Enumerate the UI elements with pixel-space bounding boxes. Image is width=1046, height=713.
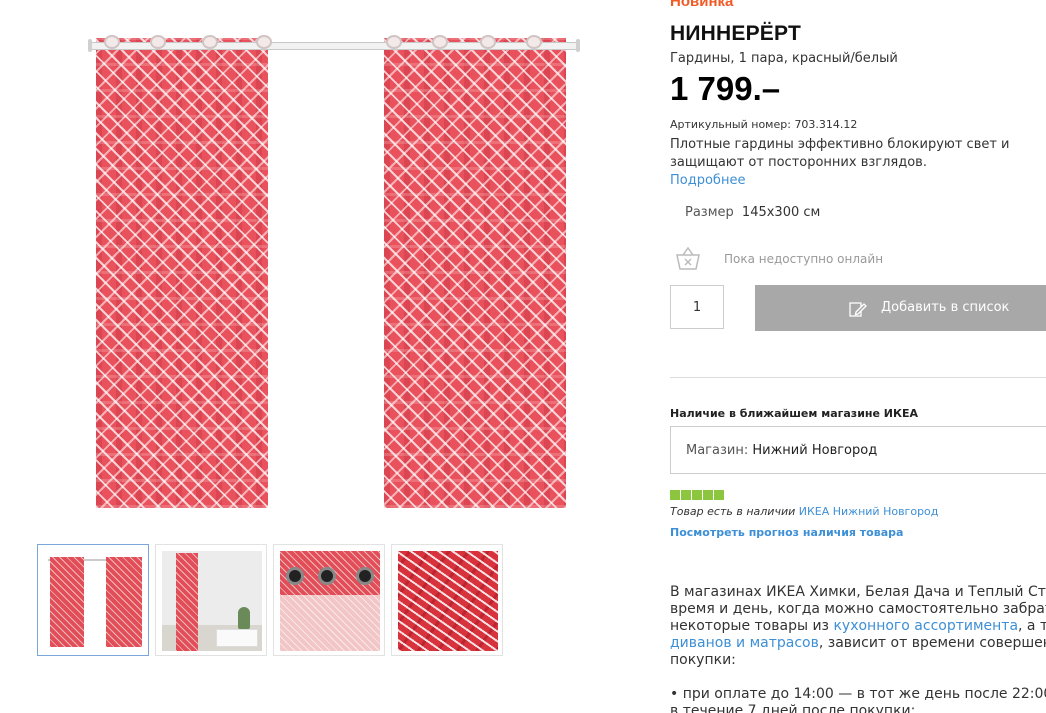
add-to-list-label: Добавить в список bbox=[881, 300, 1010, 315]
article-number: Артикульный номер: 703.314.12 bbox=[670, 118, 857, 131]
section-divider bbox=[670, 377, 1046, 378]
product-description: Плотные гардины эффективно блокируют све… bbox=[670, 137, 1010, 170]
thumbnail-curtains[interactable] bbox=[37, 544, 149, 656]
stock-forecast-link[interactable]: Посмотреть прогноз наличия товара bbox=[670, 526, 903, 539]
size-label: Размер bbox=[685, 205, 734, 220]
product-type: Гардины, 1 пара, красный/белый bbox=[670, 51, 898, 66]
curtain-panel-left bbox=[96, 38, 268, 508]
thumb-room-sofa bbox=[216, 629, 258, 647]
curtain-ring bbox=[432, 35, 448, 49]
stock-status-text: Товар есть в наличии bbox=[670, 505, 796, 518]
store-select-value: Нижний Новгород bbox=[752, 443, 878, 458]
stock-status: Товар есть в наличии ИКЕА Нижний Новгоро… bbox=[670, 505, 938, 518]
thumb-room-plant bbox=[238, 607, 250, 629]
delivery-info: В магазинах ИКЕА Химки, Белая Дача и Теп… bbox=[670, 584, 1046, 669]
curtain-ring bbox=[150, 35, 166, 49]
stock-level-bar bbox=[670, 490, 724, 500]
product-name: НИННЕРЁРТ bbox=[670, 22, 802, 45]
thumbnail-fabric[interactable] bbox=[391, 544, 503, 656]
curtain-ring bbox=[256, 35, 272, 49]
thumbnail-strip bbox=[37, 544, 503, 656]
thumb-curtain-left bbox=[50, 557, 84, 647]
curtain-ring bbox=[480, 35, 496, 49]
stock-level-segment bbox=[681, 490, 691, 500]
rod-end-left bbox=[88, 39, 92, 52]
store-select[interactable]: Магазин: Нижний Новгород bbox=[670, 426, 1046, 474]
kitchen-assortment-link[interactable]: кухонного ассортимента bbox=[833, 618, 1018, 634]
curtain-ring bbox=[104, 35, 120, 49]
curtain-panel-right bbox=[384, 38, 566, 508]
new-badge: Новинка bbox=[670, 0, 734, 10]
delivery-paragraph: В магазинах ИКЕА Химки, Белая Дача и Теп… bbox=[670, 584, 1046, 669]
stock-level-segment bbox=[692, 490, 702, 500]
add-to-list-button[interactable]: Добавить в список bbox=[755, 285, 1046, 331]
sofas-mattresses-link[interactable]: диванов и матрасов bbox=[670, 635, 819, 651]
pencil-list-icon bbox=[849, 302, 867, 317]
store-select-label: Магазин: bbox=[686, 443, 749, 458]
store-availability-heading: Наличие в ближайшем магазине ИКЕА bbox=[670, 407, 919, 420]
product-info: Новинка НИННЕРЁРТ Гардины, 1 пара, красн… bbox=[670, 0, 1046, 713]
stock-level-segment bbox=[670, 490, 680, 500]
curtain-ring bbox=[202, 35, 218, 49]
thumbnail-room[interactable] bbox=[155, 544, 267, 656]
delivery-bullets: • при оплате до 14:00 — в тот же день по… bbox=[670, 686, 1046, 713]
stock-level-segment bbox=[703, 490, 713, 500]
basket-x-icon bbox=[676, 246, 700, 270]
delivery-bullet: в течение 7 дней после покупки; bbox=[670, 703, 916, 713]
online-status-text: Пока недоступно онлайн bbox=[724, 252, 884, 266]
size-row: Размер 145x300 см bbox=[685, 205, 820, 220]
product-price: 1 799.– bbox=[670, 70, 781, 107]
stock-store-link[interactable]: ИКЕА Нижний Новгород bbox=[799, 505, 939, 518]
quantity-input[interactable] bbox=[670, 285, 724, 329]
size-value: 145x300 см bbox=[741, 205, 821, 220]
online-availability: Пока недоступно онлайн bbox=[670, 242, 1046, 274]
thumb-grommet bbox=[318, 567, 336, 585]
thumb-grommet bbox=[356, 567, 374, 585]
curtain-ring bbox=[526, 35, 542, 49]
store-select-text: Магазин: Нижний Новгород bbox=[686, 443, 877, 458]
thumb-fabric-closeup bbox=[398, 551, 498, 651]
article-value: 703.314.12 bbox=[794, 118, 858, 131]
stock-level-segment bbox=[714, 490, 724, 500]
more-details-link[interactable]: Подробнее bbox=[670, 173, 745, 188]
thumb-grommet bbox=[286, 567, 304, 585]
curtain-ring bbox=[386, 35, 402, 49]
thumb-curtain-right bbox=[106, 557, 142, 647]
delivery-bullet: • при оплате до 14:00 — в тот же день по… bbox=[670, 686, 1046, 702]
article-label: Артикульный номер: bbox=[670, 118, 791, 131]
main-product-image[interactable] bbox=[80, 8, 590, 508]
rod-end-right bbox=[576, 39, 580, 52]
delivery-text-2: , а также bbox=[1018, 618, 1046, 634]
thumb-room-curtain bbox=[176, 553, 198, 651]
thumbnail-grommets[interactable] bbox=[273, 544, 385, 656]
thumb-grommet-sheer bbox=[280, 595, 380, 651]
